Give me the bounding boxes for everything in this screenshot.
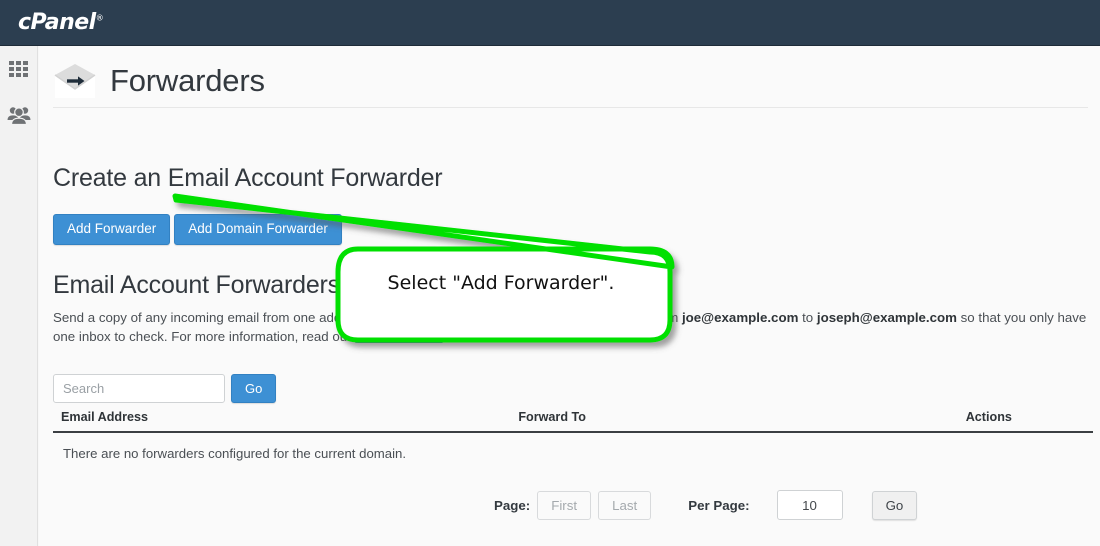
desc-part-1: Send a copy of any incoming email from o… xyxy=(53,310,682,325)
forwarder-buttons-row: Add Forwarder Add Domain Forwarder xyxy=(53,214,342,245)
sidebar-item-users[interactable] xyxy=(0,92,38,138)
email-account-forwarders-heading: Email Account Forwarders xyxy=(53,271,340,299)
cpanel-logo-trademark: ® xyxy=(95,13,104,23)
users-icon xyxy=(7,107,31,125)
page-label: Page: xyxy=(494,497,531,513)
search-row: Go xyxy=(53,374,277,403)
forwarders-table: Email Address Forward To Actions There a… xyxy=(53,410,1093,461)
cpanel-logo-text: cPanel xyxy=(18,10,96,35)
search-input[interactable] xyxy=(53,374,225,403)
add-forwarder-button[interactable]: Add Forwarder xyxy=(53,214,171,245)
create-forwarder-heading: Create an Email Account Forwarder xyxy=(53,164,443,192)
cpanel-logo[interactable]: cPanel® xyxy=(18,10,104,35)
left-icon-rail xyxy=(0,46,38,546)
envelope-forward-icon xyxy=(54,63,96,98)
documentation-link[interactable]: documentation xyxy=(355,329,442,344)
column-header-forward-to: Forward To xyxy=(518,410,586,424)
table-header-row: Email Address Forward To Actions xyxy=(53,410,1093,433)
column-header-actions: Actions xyxy=(965,410,1012,424)
main-content-panel: Forwarders Create an Email Account Forwa… xyxy=(39,46,1100,546)
page-header: Forwarders xyxy=(53,54,1088,108)
grid-icon xyxy=(9,61,29,77)
page-last-button[interactable]: Last xyxy=(598,490,652,520)
pagination-go-button[interactable]: Go xyxy=(871,490,918,520)
search-go-button[interactable]: Go xyxy=(231,374,277,403)
desc-email-to: joseph@example.com xyxy=(816,310,957,325)
page-title: Forwarders xyxy=(110,62,265,98)
table-empty-message: There are no forwarders configured for t… xyxy=(63,446,407,461)
add-domain-forwarder-button[interactable]: Add Domain Forwarder xyxy=(174,214,342,245)
pagination-controls: Page: First Last Per Page: Go xyxy=(494,490,918,520)
desc-email-from: joe@example.com xyxy=(681,310,799,325)
desc-part-2: to xyxy=(798,310,817,325)
top-header-bar: cPanel® xyxy=(0,0,1100,46)
per-page-label: Per Page: xyxy=(688,497,750,513)
sidebar-item-apps[interactable] xyxy=(0,46,38,92)
page-first-button[interactable]: First xyxy=(537,490,592,520)
per-page-input[interactable] xyxy=(776,490,843,520)
forwarders-description: Send a copy of any incoming email from o… xyxy=(53,308,1093,346)
desc-part-4: . xyxy=(442,329,447,344)
column-header-email-address: Email Address xyxy=(61,410,149,424)
